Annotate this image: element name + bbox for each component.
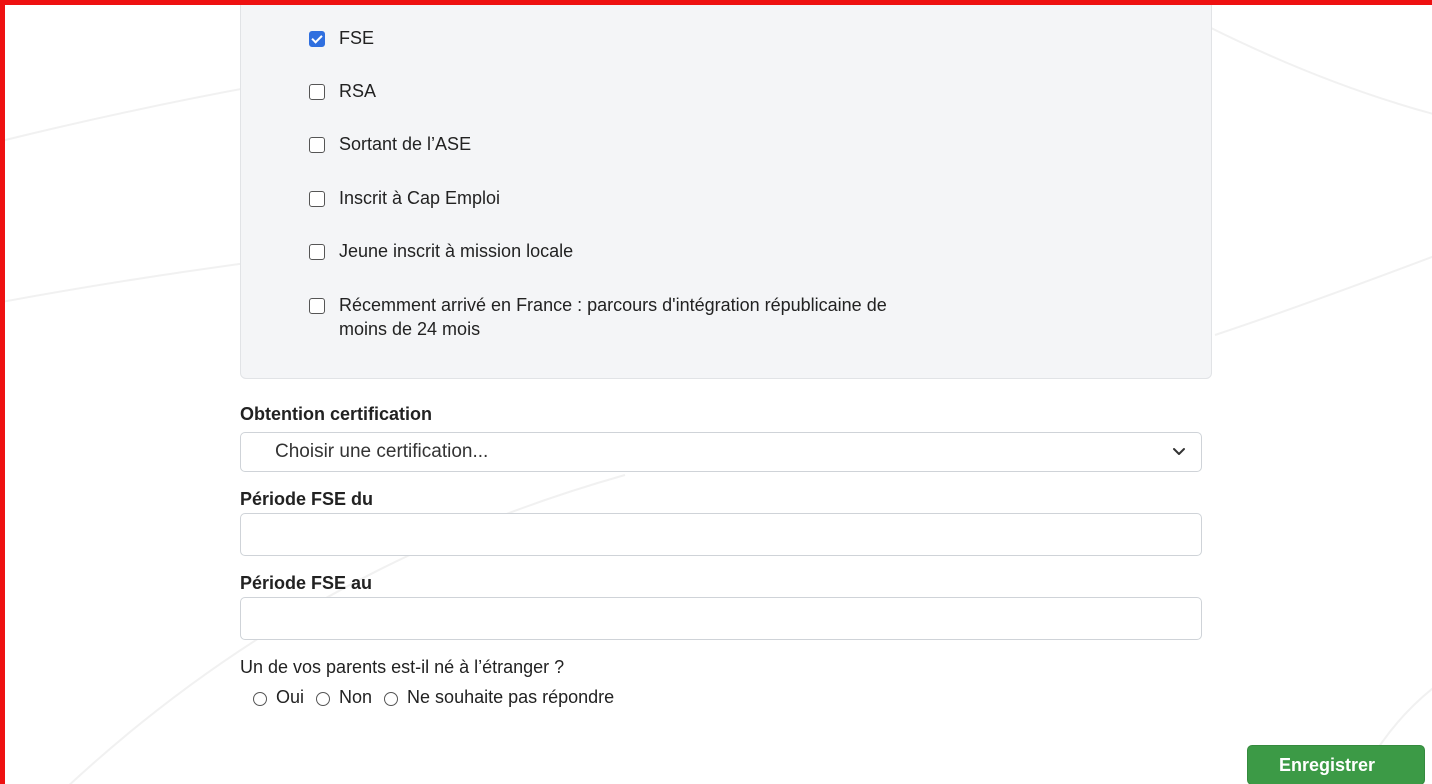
radio-no-answer[interactable] [384,692,399,706]
save-button[interactable]: Enregistrer [1247,745,1425,784]
checkbox-item-mission-locale[interactable]: Jeune inscrit à mission locale [309,239,573,263]
checkbox-label: Récemment arrivé en France : parcours d'… [339,295,887,339]
radio-label: Oui [276,687,305,707]
chevron-down-icon [1173,448,1185,455]
periode-au-input[interactable] [240,597,1202,640]
periode-du-label: Période FSE du [240,489,374,509]
checkbox-label: Inscrit à Cap Emploi [339,188,501,208]
checkbox-label: Sortant de l’ASE [339,134,472,154]
checkbox-item-recemment-arrive[interactable]: Récemment arrivé en France : parcours d'… [309,293,939,341]
radio-label: Ne souhaite pas répondre [407,687,615,707]
checkbox-label: Jeune inscrit à mission locale [339,241,574,261]
certification-select-value: Choisir une certification... [275,441,489,462]
parent-question-label: Un de vos parents est-il né à l’étranger… [240,657,565,677]
radio-label: Non [339,687,373,707]
checkbox-label: RSA [339,81,377,101]
radio-option-oui[interactable]: Oui [253,687,304,708]
radio-oui[interactable] [253,692,267,706]
radio-option-no-answer[interactable]: Ne souhaite pas répondre [384,687,614,708]
checkbox-item-fse[interactable]: FSE [309,26,374,50]
checkbox-label: FSE [339,28,375,48]
checkbox-rsa[interactable] [309,84,325,100]
periode-au-label: Période FSE au [240,573,373,593]
radio-non[interactable] [316,692,331,706]
checkbox-cap-emploi[interactable] [309,191,325,207]
checkbox-ase[interactable] [309,137,325,153]
checkbox-mission-locale[interactable] [309,244,325,260]
periode-du-input[interactable] [240,513,1202,556]
certification-select[interactable]: Choisir une certification... [240,432,1202,472]
checkbox-item-cap-emploi[interactable]: Inscrit à Cap Emploi [309,186,500,210]
radio-option-non[interactable]: Non [316,687,372,708]
checkbox-fse[interactable] [309,31,325,47]
parent-question-radio-group: Oui Non Ne souhaite pas répondre [253,687,626,708]
certification-label: Obtention certification [240,404,433,424]
checkbox-item-ase[interactable]: Sortant de l’ASE [309,132,471,156]
checkbox-recemment-arrive[interactable] [309,298,325,314]
checkbox-item-rsa[interactable]: RSA [309,79,376,103]
page-frame: FSE RSA Sortant de l’ASE Inscrit à Cap E… [0,0,1432,784]
eligibility-checkbox-panel: FSE RSA Sortant de l’ASE Inscrit à Cap E… [240,5,1212,379]
